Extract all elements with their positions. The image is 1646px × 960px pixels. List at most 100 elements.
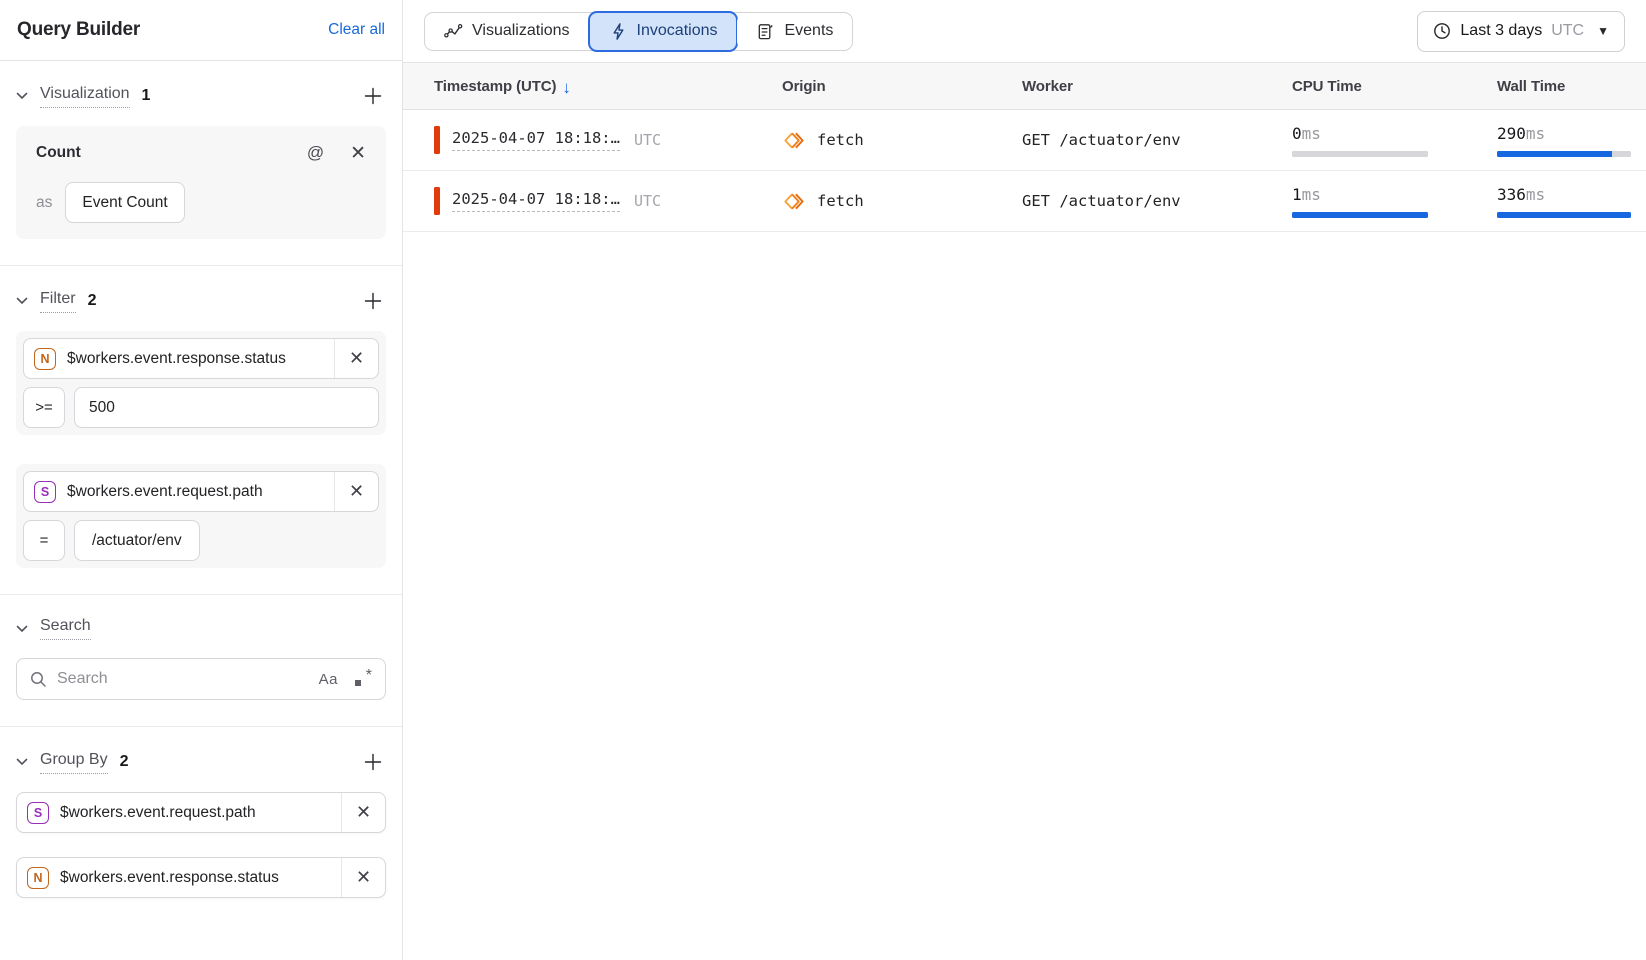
filter-operator-selector[interactable]: = [23,520,65,561]
wall-time-unit: ms [1526,185,1545,204]
search-input[interactable] [57,670,309,688]
cpu-time-unit: ms [1302,124,1321,143]
cpu-time-value: 1 [1292,185,1302,204]
cpu-time-cell: 1ms [1292,185,1497,218]
worker-value: GET /actuator/env [1022,131,1292,149]
number-type-icon: N [27,867,49,889]
string-type-icon: S [27,802,49,824]
sidebar-header: Query Builder Clear all [0,0,402,61]
filter-field-name: $workers.event.request.path [67,483,263,501]
wall-time-bar [1497,212,1631,218]
group-by-field-selector[interactable]: N $workers.event.response.status ✕ [16,857,386,898]
plus-icon [363,86,383,106]
filter-section: Filter 2 N $workers.event.response.statu… [0,266,402,595]
chevron-down-icon[interactable] [16,625,28,633]
filter-count: 2 [88,292,97,310]
metric-name: Count [36,144,81,162]
table-header: Timestamp (UTC) ↓ Origin Worker CPU Time… [403,62,1646,110]
workers-fetch-icon [782,129,805,152]
add-group-by-button[interactable] [360,749,386,775]
timestamp-value[interactable]: 2025-04-07 18:18:… [452,129,620,151]
app-root: Query Builder Clear all Visualization 1 … [0,0,1646,960]
add-visualization-button[interactable] [360,83,386,109]
tab-events[interactable]: Events [737,13,852,50]
column-header-wall-time[interactable]: Wall Time [1497,78,1646,95]
wall-time-unit: ms [1526,124,1545,143]
tab-label: Events [784,22,833,40]
tab-label: Visualizations [472,22,570,40]
origin-value: fetch [817,192,864,210]
timestamp-timezone: UTC [634,192,661,210]
as-label: as [36,194,52,212]
table-row[interactable]: 2025-04-07 18:18:… UTC fetch GET /actuat… [403,110,1646,171]
column-header-origin[interactable]: Origin [782,78,1022,95]
column-header-timestamp[interactable]: Timestamp (UTC) ↓ [403,78,782,95]
filter-operator-selector[interactable]: >= [23,387,65,428]
tab-invocations[interactable]: Invocations [588,11,739,52]
cpu-time-unit: ms [1302,185,1321,204]
filter-card: N $workers.event.response.status ✕ >= [16,331,386,435]
group-by-section: Group By 2 S $workers.event.request.path… [0,727,402,960]
error-severity-bar [434,187,440,215]
workers-fetch-icon [782,190,805,213]
table-row[interactable]: 2025-04-07 18:18:… UTC fetch GET /actuat… [403,171,1646,232]
search-icon [30,671,47,688]
topbar: Visualizations Invocations Events [403,0,1646,62]
cpu-time-bar [1292,212,1428,218]
add-filter-button[interactable] [360,288,386,314]
search-section-header: Search [16,617,386,640]
event-log-icon [756,22,775,41]
filter-field-selector[interactable]: S $workers.event.request.path ✕ [23,471,379,512]
page-title: Query Builder [17,19,140,41]
clear-all-link[interactable]: Clear all [328,21,385,39]
line-chart-icon [444,22,463,41]
match-case-icon[interactable]: Aa [319,671,338,688]
alias-chip[interactable]: Event Count [65,182,184,223]
lightning-bolt-icon [609,22,628,41]
group-by-section-label: Group By [40,751,108,774]
search-section-label: Search [40,617,91,640]
remove-group-by-button[interactable]: ✕ [341,792,385,833]
cpu-time-cell: 0ms [1292,124,1497,157]
filter-field-selector[interactable]: N $workers.event.response.status ✕ [23,338,379,379]
origin-cell: fetch [782,129,1022,152]
error-severity-bar [434,126,440,154]
cpu-time-value: 0 [1292,124,1302,143]
column-header-worker[interactable]: Worker [1022,78,1292,95]
view-tab-group: Visualizations Invocations Events [424,12,853,51]
filter-field-name: $workers.event.response.status [67,350,286,368]
remove-visualization-button[interactable]: ✕ [350,144,366,163]
time-range-timezone: UTC [1551,22,1584,40]
at-icon[interactable]: @ [307,143,324,163]
visualization-count: 1 [142,87,151,105]
search-section: Search Aa * [0,595,402,727]
timestamp-cell: 2025-04-07 18:18:… UTC [403,126,782,154]
remove-filter-button[interactable]: ✕ [334,338,378,379]
remove-filter-button[interactable]: ✕ [334,471,378,512]
search-box: Aa * [16,658,386,700]
group-by-field-selector[interactable]: S $workers.event.request.path ✕ [16,792,386,833]
filter-section-header: Filter 2 [16,288,386,314]
chevron-down-icon[interactable] [16,297,28,305]
caret-down-icon: ▼ [1597,24,1609,38]
wall-time-value: 290 [1497,124,1526,143]
filter-value-chip[interactable]: /actuator/env [74,520,200,561]
filter-value-input[interactable] [74,387,379,428]
filter-card: S $workers.event.request.path ✕ = /actua… [16,464,386,568]
tab-visualizations[interactable]: Visualizations [425,13,589,50]
timestamp-value[interactable]: 2025-04-07 18:18:… [452,190,620,212]
visualization-card: Count @ ✕ as Event Count [16,126,386,239]
wall-time-bar [1497,151,1631,157]
time-range-dropdown[interactable]: Last 3 days UTC ▼ [1417,11,1625,52]
chevron-down-icon[interactable] [16,758,28,766]
origin-value: fetch [817,131,864,149]
query-builder-sidebar: Query Builder Clear all Visualization 1 … [0,0,403,960]
time-range-label: Last 3 days [1460,22,1542,40]
column-header-cpu-time[interactable]: CPU Time [1292,78,1497,95]
chevron-down-icon[interactable] [16,92,28,100]
number-type-icon: N [34,348,56,370]
regex-icon[interactable]: * [354,670,372,688]
origin-cell: fetch [782,190,1022,213]
remove-group-by-button[interactable]: ✕ [341,857,385,898]
wall-time-cell: 336ms [1497,185,1646,218]
